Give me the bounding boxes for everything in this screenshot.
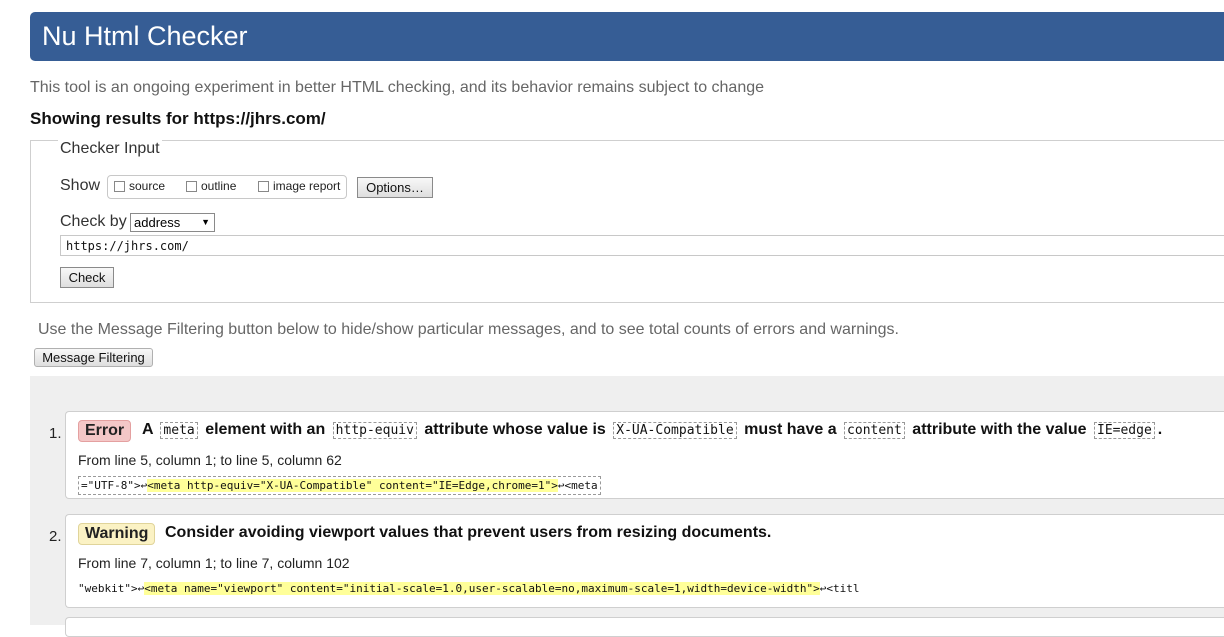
show-label: Show [60, 177, 101, 194]
source-checkbox[interactable] [114, 180, 125, 192]
extract-before: ="UTF-8">↩ [81, 479, 148, 492]
message-number: 1. [49, 425, 62, 442]
checker-input-legend: Checker Input [58, 140, 162, 158]
message-item-partial [65, 617, 1224, 637]
options-button[interactable]: Options… [357, 177, 433, 198]
extract-after: ↩<titl [819, 582, 860, 595]
warning-badge: Warning [78, 523, 156, 545]
show-image-report-option[interactable]: image report [258, 179, 340, 193]
source-option-label: source [129, 179, 166, 193]
showing-results-heading: Showing results for https://jhrs.com/ [30, 109, 326, 128]
error-badge: Error [78, 420, 132, 442]
title-code: http-equiv [332, 422, 417, 439]
title-text: . [1157, 421, 1163, 438]
message-title: A meta element with an http-equiv attrib… [142, 420, 1162, 441]
title-code: IE=edge [1094, 422, 1155, 439]
page-title: Nu Html Checker [42, 21, 248, 51]
message-location: From line 7, column 1; to line 7, column… [78, 555, 350, 571]
page-header: Nu Html Checker [30, 12, 1224, 61]
image-report-checkbox[interactable] [258, 180, 269, 192]
title-text: A [142, 421, 153, 438]
outline-checkbox[interactable] [186, 180, 197, 192]
extract-after: ↩<meta [557, 479, 598, 492]
message-filtering-button[interactable]: Message Filtering [34, 348, 153, 367]
location-text: From line 5, column 1; to line 5, column… [78, 452, 342, 468]
title-text: must have a [744, 421, 837, 438]
message-item-warning: Warning Consider avoiding viewport value… [65, 514, 1224, 608]
location-text: From line 7, column 1; to line 7, column… [78, 555, 350, 571]
show-source-option[interactable]: source [114, 179, 165, 193]
title-text: attribute with the value [912, 421, 1087, 438]
message-location: From line 5, column 1; to line 5, column… [78, 452, 342, 468]
extract-highlight: <meta name="viewport" content="initial-s… [144, 582, 820, 595]
filter-note: Use the Message Filtering button below t… [38, 321, 899, 338]
message-item-error: Error A meta element with an http-equiv … [65, 411, 1224, 499]
show-outline-option[interactable]: outline [186, 179, 236, 193]
title-code: meta [160, 422, 198, 439]
message-number: 2. [49, 528, 62, 545]
title-code: content [844, 422, 905, 439]
url-input[interactable]: https://jhrs.com/ [60, 235, 1224, 256]
check-button[interactable]: Check [60, 267, 114, 288]
title-code: X-UA-Compatible [613, 422, 737, 439]
title-text: attribute whose value is [424, 421, 606, 438]
outline-option-label: outline [201, 179, 237, 193]
intro-text: This tool is an ongoing experiment in be… [30, 79, 765, 96]
extract-before: "webkit">↩ [78, 582, 145, 595]
check-by-selected-value: address [134, 215, 181, 230]
title-text: element with an [205, 421, 326, 438]
message-extract: "webkit">↩<meta name="viewport" content=… [78, 580, 860, 597]
message-extract: ="UTF-8">↩<meta http-equiv="X-UA-Compati… [78, 476, 601, 495]
extract-highlight: <meta http-equiv="X-UA-Compatible" conte… [147, 479, 558, 492]
show-options-group: source outline image report [107, 175, 347, 199]
image-report-option-label: image report [273, 179, 341, 193]
dropdown-arrow-icon: ▼ [201, 217, 210, 227]
message-title: Consider avoiding viewport values that p… [165, 524, 772, 541]
check-by-label: Check by [60, 213, 127, 230]
check-by-select[interactable]: address ▼ [130, 213, 215, 232]
